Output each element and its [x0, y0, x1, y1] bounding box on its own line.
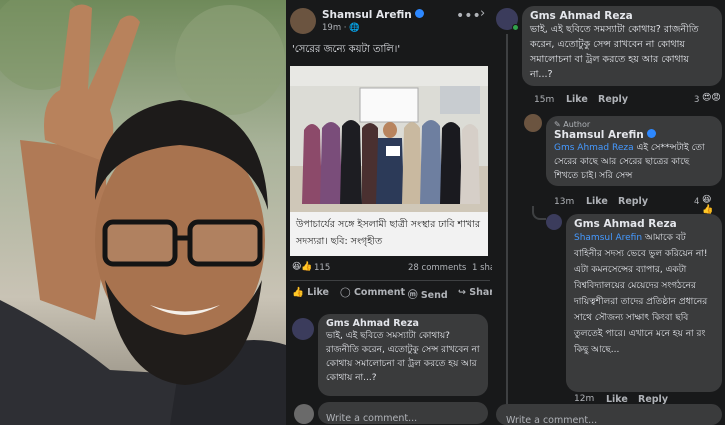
comment-2-author[interactable]: Shamsul Arefin	[554, 129, 714, 141]
comment-bubble-3: Gms Ahmad Reza Shamsul Arefin আমাকে বট ব…	[566, 214, 722, 392]
post-time: 19m · 🌐	[322, 23, 360, 33]
post-image[interactable]: উপাচার্যের সঙ্গে ইসলামী ছাত্রী সংস্থার ঢ…	[290, 66, 488, 256]
image-caption: উপাচার্যের সঙ্গে ইসলামী ছাত্রী সংস্থার ঢ…	[296, 219, 481, 247]
comment-2-like[interactable]: Like	[586, 196, 608, 207]
shares-count[interactable]: 1 sha	[472, 263, 492, 273]
comment-author[interactable]: Gms Ahmad Reza	[326, 318, 480, 329]
reactions-row: 😆👍 115 28 comments 1 sha	[290, 262, 492, 276]
write-comment-input[interactable]: Write a comment...	[318, 402, 488, 424]
comment-2-time: 13m	[554, 197, 575, 207]
comment-3-text: Shamsul Arefin আমাকে বট বাহিনীর সদস্য ভে…	[574, 233, 708, 355]
post-panel: Shamsul Arefin 19m · 🌐 ••• › 'সেরের জন্য…	[286, 0, 492, 425]
write-comment-placeholder-right: Write a comment...	[506, 415, 598, 425]
author-avatar-2[interactable]	[524, 114, 542, 132]
messenger-icon: ⓜ	[408, 290, 418, 301]
comment-3-actions: 12m Like Reply	[574, 394, 722, 404]
comment-1-time: 15m	[534, 95, 555, 105]
send-button[interactable]: ⓜ Send	[408, 287, 448, 301]
comment-1-actions: 15m Like Reply 3 😍😡	[534, 93, 722, 106]
share-button[interactable]: ↪ Shar	[458, 287, 492, 298]
comment-3-author[interactable]: Gms Ahmad Reza	[574, 218, 714, 230]
comment-2-mention[interactable]: Gms Ahmad Reza	[554, 143, 634, 153]
comment-3-mention[interactable]: Shamsul Arefin	[574, 233, 642, 243]
comment-2-actions: 13m Like Reply 4 😆👍	[554, 195, 722, 215]
comment-1-text: ভাই, এই ছবিতে সমস্যাটা কোথায়? রাজনীতি ক…	[530, 24, 699, 80]
comment-3-like[interactable]: Like	[606, 394, 628, 404]
post-author-name[interactable]: Shamsul Arefin	[322, 9, 425, 21]
comment-1-reaction-count[interactable]: 3	[694, 95, 699, 105]
like-button[interactable]: 👍 Like	[292, 287, 329, 298]
comment-2-text: Gms Ahmad Reza এই সে**ন্সটাই তো সেরের কা…	[554, 143, 705, 181]
comment-icon: ◯	[340, 287, 351, 298]
comment-bubble-2: ✎ Author Shamsul Arefin Gms Ahmad Reza এ…	[546, 116, 722, 186]
share-icon: ↪	[458, 287, 466, 298]
comment-bubble-1: Gms Ahmad Reza ভাই, এই ছবিতে সমস্যাটা কো…	[522, 6, 722, 86]
write-comment-input-right[interactable]: Write a comment...	[496, 404, 722, 425]
reaction-count[interactable]: 115	[314, 263, 330, 273]
comment-1-like[interactable]: Like	[566, 94, 588, 105]
my-avatar	[294, 404, 314, 424]
comment-3-reply[interactable]: Reply	[638, 394, 668, 404]
post-text: 'সেরের জন্যে কয়টা তালি।'	[292, 44, 401, 55]
online-indicator	[512, 24, 519, 31]
pencil-icon: ✎	[554, 120, 561, 129]
more-options-icon[interactable]: •••	[456, 8, 481, 24]
post-header: Shamsul Arefin 19m · 🌐 •••	[290, 6, 488, 38]
commenter-avatar-3[interactable]	[546, 214, 562, 230]
comment-button[interactable]: ◯ Comment	[340, 287, 405, 298]
comment-3-time: 12m	[574, 394, 595, 404]
verified-icon	[415, 9, 425, 18]
comment-text: ভাই, এই ছবিতে সমস্যাটা কোথায়? রাজনীতি ক…	[326, 331, 480, 383]
thumbs-up-icon: 👍	[292, 287, 304, 298]
write-comment-placeholder: Write a comment...	[326, 413, 418, 424]
comment-2-reply[interactable]: Reply	[618, 196, 648, 207]
reply-connector	[532, 206, 546, 220]
comment-2-reaction-count[interactable]: 4	[694, 197, 699, 207]
verified-icon	[647, 129, 657, 138]
divider	[290, 280, 490, 281]
comment-bubble: Gms Ahmad Reza ভাই, এই ছবিতে সমস্যাটা কো…	[318, 314, 488, 396]
author-badge: ✎ Author	[554, 120, 591, 129]
comments-count[interactable]: 28 comments	[408, 263, 466, 273]
commenter-avatar[interactable]	[292, 318, 314, 340]
portrait-illustration	[0, 0, 286, 425]
group-photo	[290, 66, 488, 212]
post-author-avatar[interactable]	[290, 8, 316, 34]
comment-1-reply[interactable]: Reply	[598, 94, 628, 105]
portrait-photo	[0, 0, 286, 425]
comment-1-author[interactable]: Gms Ahmad Reza	[530, 10, 714, 22]
thread-line	[506, 34, 508, 404]
comment-thread-panel: Gms Ahmad Reza ভাই, এই ছবিতে সমস্যাটা কো…	[492, 0, 725, 425]
chevron-right-icon[interactable]: ›	[480, 6, 485, 21]
post-action-bar: 👍 Like ◯ Comment ⓜ Send ↪ Shar	[290, 287, 492, 303]
reaction-icons[interactable]: 😆👍	[292, 262, 313, 272]
comment-2-reaction-icons[interactable]: 😆👍	[702, 195, 722, 215]
comment-1-reaction-icons[interactable]: 😍😡	[702, 93, 721, 103]
globe-icon: 🌐	[349, 23, 360, 33]
